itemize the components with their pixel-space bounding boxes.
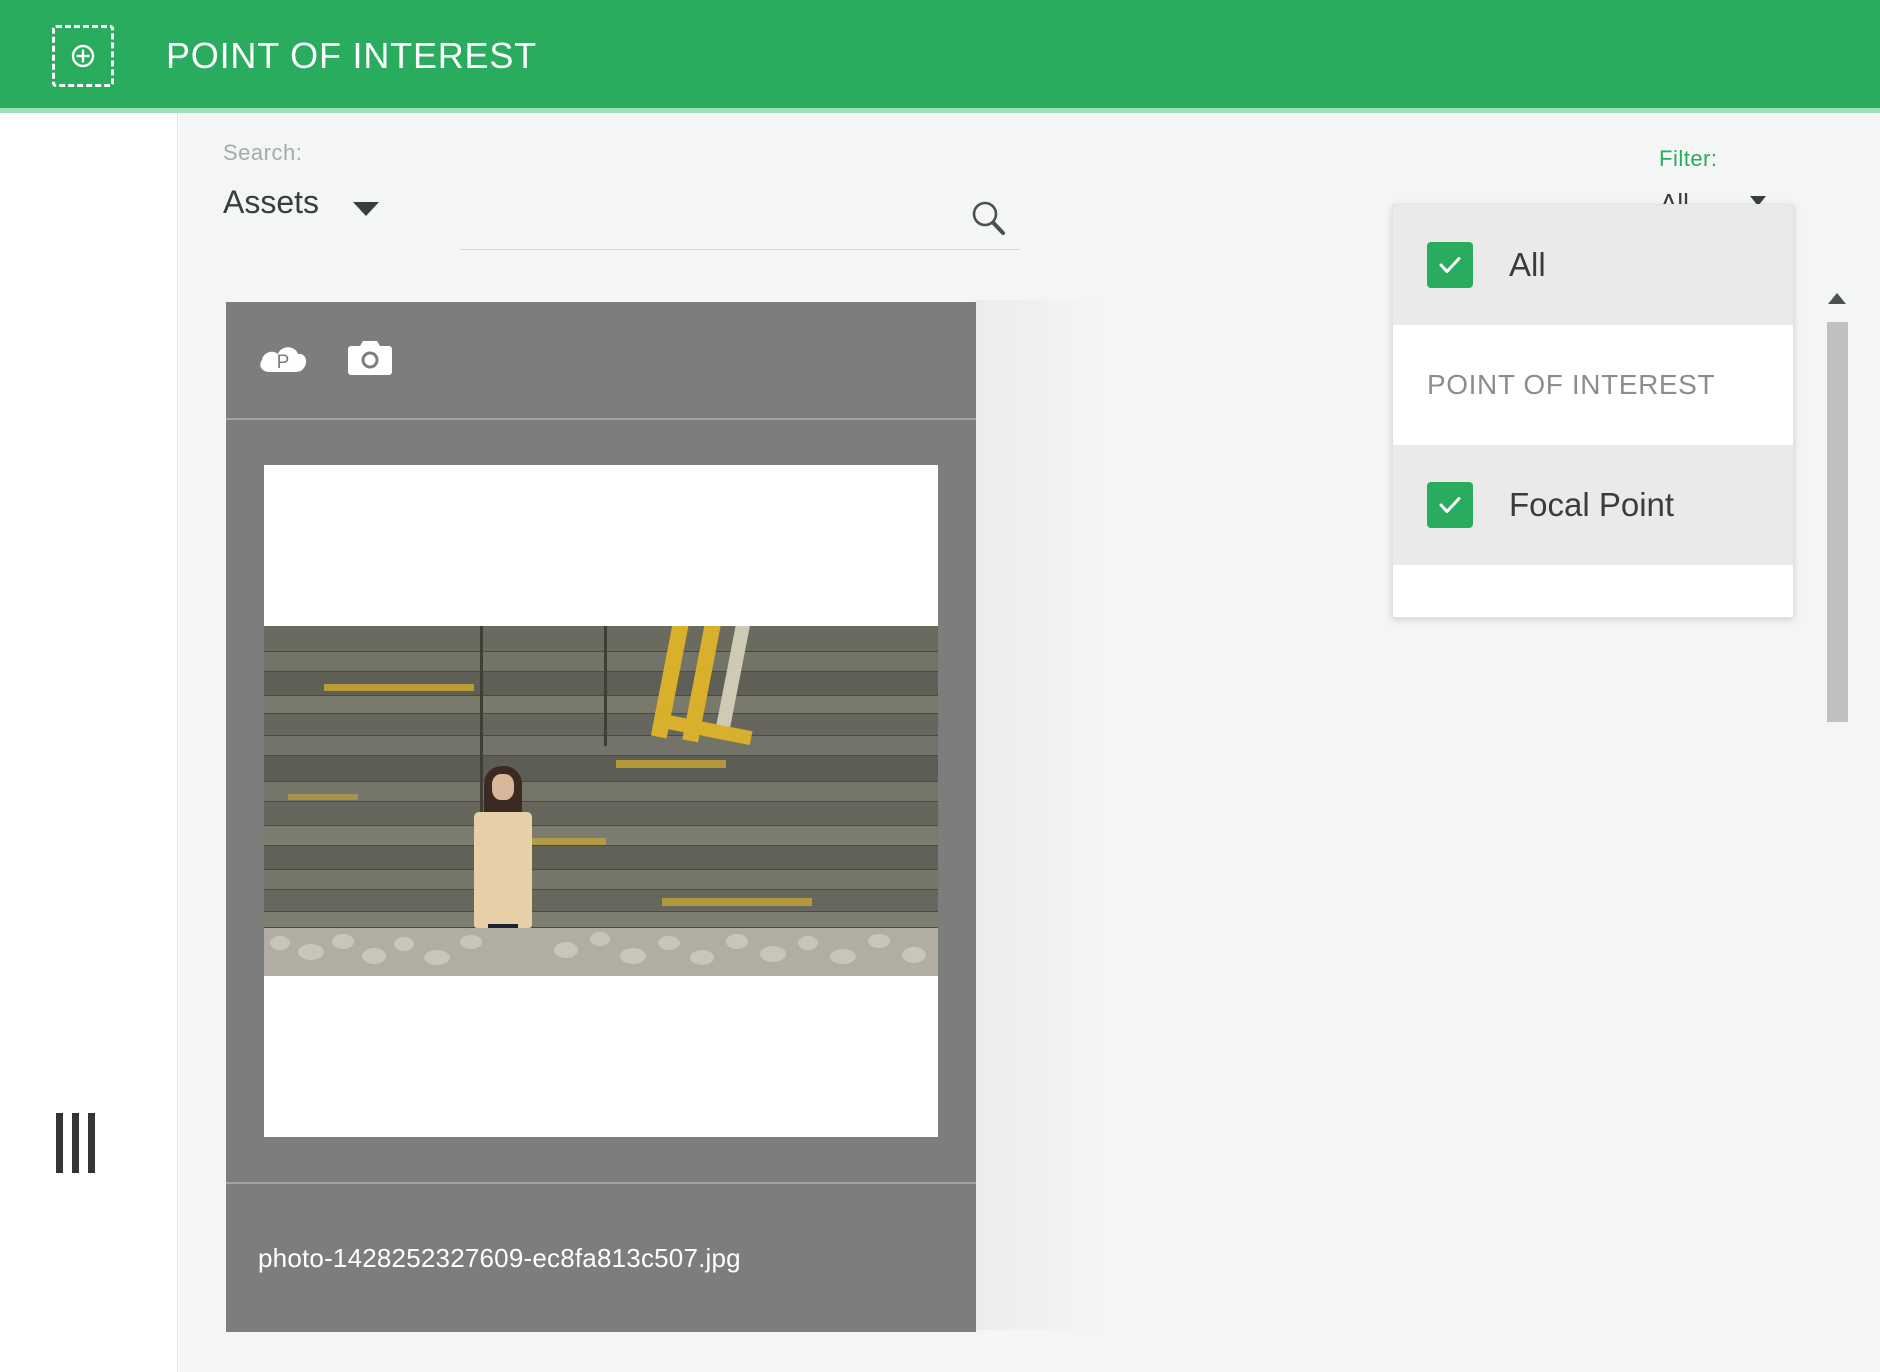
search-input[interactable] xyxy=(460,196,1020,250)
checkbox-checked-icon[interactable] xyxy=(1427,242,1473,288)
filter-group-label: POINT OF INTEREST xyxy=(1427,369,1716,400)
vertical-scrollbar[interactable] xyxy=(1824,288,1850,766)
search-scope-control[interactable]: Assets xyxy=(223,184,380,221)
asset-grid-next-slot xyxy=(975,300,1105,1330)
svg-text:P: P xyxy=(277,352,290,373)
search-scope-select[interactable]: Assets xyxy=(223,184,380,221)
camera-icon[interactable] xyxy=(346,337,394,384)
scrollbar-thumb[interactable] xyxy=(1827,322,1848,722)
filter-option-all-label: All xyxy=(1509,246,1546,283)
search-field-wrapper xyxy=(460,196,1020,250)
search-scope-value: Assets xyxy=(223,184,320,220)
search-label: Search: xyxy=(223,140,303,165)
asset-card-footer: photo-1428252327609-ec8fa813c507.jpg xyxy=(226,1182,976,1332)
filter-group-point-of-interest: POINT OF INTEREST xyxy=(1393,325,1793,445)
asset-card-thumbnail-area xyxy=(226,420,976,1182)
asset-card-header: P xyxy=(226,302,976,420)
filter-option-focal-point[interactable]: Focal Point xyxy=(1393,445,1793,565)
filter-label: Filter: xyxy=(1659,146,1718,171)
scroll-up-arrow-icon[interactable] xyxy=(1828,288,1846,308)
asset-card[interactable]: P photo-1428252327609-ec8fa813c507.jpg xyxy=(226,302,976,1332)
checkbox-checked-icon[interactable] xyxy=(1427,482,1473,528)
asset-thumbnail-frame xyxy=(264,465,938,1137)
chevron-down-icon xyxy=(353,201,380,216)
asset-thumbnail-image xyxy=(264,626,938,976)
left-sidebar-rail xyxy=(0,113,178,1372)
app-root: POINT OF INTEREST Search: Assets Filter:… xyxy=(0,0,1880,1372)
asset-filename: photo-1428252327609-ec8fa813c507.jpg xyxy=(258,1242,741,1273)
search-icon[interactable] xyxy=(968,198,1010,240)
filter-option-all[interactable]: All xyxy=(1393,205,1793,325)
filter-dropdown-panel[interactable]: All POINT OF INTEREST Focal Point xyxy=(1392,204,1794,618)
cloud-published-p-icon[interactable]: P xyxy=(256,338,310,383)
app-header-bar: POINT OF INTEREST xyxy=(0,0,1880,112)
thumbnail-pebble-base xyxy=(264,928,938,976)
filter-option-focal-point-label: Focal Point xyxy=(1509,486,1675,523)
panel-resize-handle-icon[interactable] xyxy=(56,1113,95,1173)
page-title: POINT OF INTEREST xyxy=(166,35,537,76)
point-of-interest-target-icon[interactable] xyxy=(52,25,114,87)
app-header-content: POINT OF INTEREST xyxy=(0,25,537,87)
